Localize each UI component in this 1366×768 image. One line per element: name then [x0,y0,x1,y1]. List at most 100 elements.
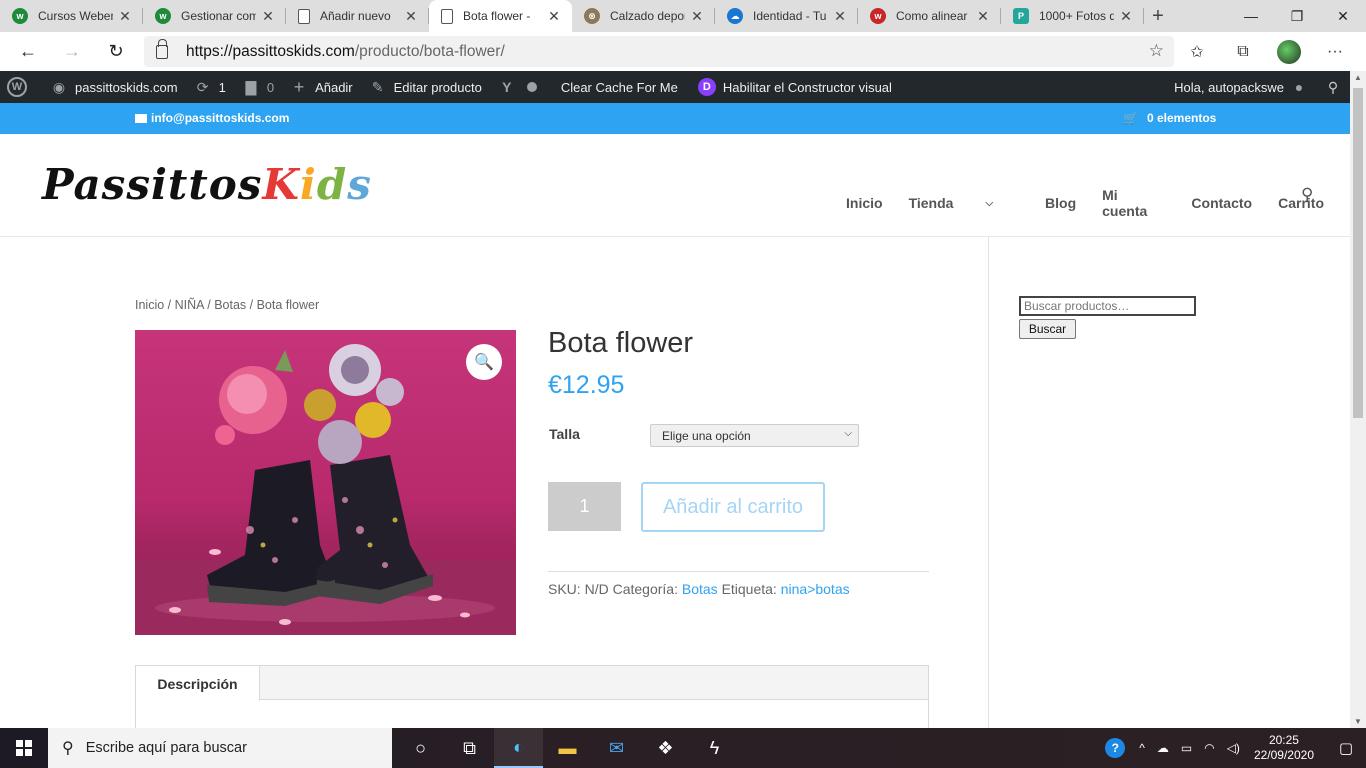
close-tab-icon[interactable]: ✕ [260,8,276,25]
tag-link[interactable]: nina>botas [781,581,850,597]
seo-status-dot-icon [526,82,537,92]
comments-count: 0 [266,79,275,95]
close-tab-icon[interactable]: ✕ [1118,8,1134,25]
mail-icon[interactable]: ✉ [592,728,641,768]
forward-icon[interactable]: → [50,32,94,71]
breadcrumb[interactable]: Inicio / NIÑA / Botas / Bota flower [135,298,319,312]
close-tab-icon[interactable]: ✕ [689,8,705,25]
tab-title: Gestionar com [181,9,256,23]
wp-edit-product[interactable]: ✎ Editar producto [361,71,490,103]
close-tab-icon[interactable]: ✕ [975,8,991,25]
close-tab-icon[interactable]: ✕ [403,8,419,25]
help-icon[interactable]: ? [1105,738,1126,758]
wp-account-menu[interactable]: Hola, autopackswe ● [1166,71,1316,103]
wifi-icon[interactable]: ◠ [1198,741,1220,755]
onedrive-icon[interactable]: ☁ [1151,741,1175,755]
refresh-icon[interactable]: ↻ [94,32,138,71]
wp-comments[interactable]: ▇ 0 [234,71,282,103]
task-view-icon[interactable]: ⧉ [445,728,494,768]
browser-tab[interactable]: P 1000+ Fotos d ✕ [1001,0,1144,32]
wp-clear-cache[interactable]: Clear Cache For Me [553,71,686,103]
nav-item-inicio[interactable]: Inicio [846,187,883,219]
volume-icon[interactable]: ◁) [1221,741,1246,755]
url-input[interactable]: https://passittoskids.com/producto/bota-… [144,36,1174,67]
zoom-icon[interactable]: 🔍 [466,344,502,380]
webempresa-favicon-icon: w [12,8,28,24]
comments-icon: ▇ [245,78,257,95]
tab-description[interactable]: Descripción [136,666,260,701]
nav-item-mi-cuenta[interactable]: Mi cuenta [1102,187,1165,219]
product-image[interactable]: 🔍 [135,330,516,635]
browser-tab[interactable]: w Cursos Weben ✕ [0,0,143,32]
page-favicon-icon [298,8,310,24]
wp-search[interactable]: ⚲ [1316,71,1350,103]
plus-icon: + [293,76,305,97]
back-icon[interactable]: ← [6,32,50,71]
windows-logo-icon [16,740,32,756]
notifications-icon[interactable]: ▢ [1326,739,1366,757]
updates-icon: ⟳ [196,78,209,95]
restore-icon[interactable]: ❐ [1274,0,1320,32]
wp-updates[interactable]: ⟳ 1 [186,71,234,103]
product-search-button[interactable]: Buscar [1019,319,1076,339]
favorite-star-icon[interactable]: ☆ [1149,41,1164,61]
browser-tab[interactable]: w Como alinear ✕ [858,0,1001,32]
contact-email[interactable]: info@passittoskids.com [135,111,289,125]
wp-site-menu[interactable]: ◉ passittoskids.com [42,71,186,103]
browser-tab[interactable]: Añadir nuevo ✕ [286,0,429,32]
new-tab-button[interactable]: + [1144,0,1172,32]
close-tab-icon[interactable]: ✕ [546,8,562,25]
browser-tab[interactable]: ⊗ Calzado depor ✕ [572,0,715,32]
nav-item-blog[interactable]: Blog [1045,187,1076,219]
browser-tab[interactable]: ☁ Identidad - Tu ✕ [715,0,858,32]
more-menu-icon[interactable]: ··· [1312,43,1358,61]
page-scrollbar[interactable]: ▲ ▼ [1350,71,1366,728]
close-window-icon[interactable]: ✕ [1320,0,1366,32]
wp-add-new[interactable]: + Añadir [282,71,361,103]
wp-visual-builder[interactable]: D Habilitar el Constructor visual [690,71,900,103]
scrollbar-thumb[interactable] [1353,88,1363,418]
battery-icon[interactable]: ▭ [1175,741,1198,755]
add-to-cart-button[interactable]: Añadir al carrito [641,482,825,532]
clock[interactable]: 20:25 22/09/2020 [1246,733,1326,763]
site-logo[interactable]: PassittosKids [42,160,372,209]
browser-tab-active[interactable]: Bota flower - ✕ [429,0,572,32]
address-bar-row: ← → ↻ https://passittoskids.com/producto… [0,32,1366,71]
clock-time: 20:25 [1268,733,1299,747]
product-search-input[interactable]: Buscar productos… [1019,296,1196,316]
favorites-icon[interactable]: ✩ [1174,42,1220,62]
browser-tab[interactable]: w Gestionar com ✕ [143,0,286,32]
cortana-icon[interactable]: ○ [396,728,445,768]
chevron-up-icon[interactable]: ^ [1133,741,1151,755]
site-favicon-icon: w [870,8,886,24]
nav-item-tienda[interactable]: Tienda ⌵ [909,187,1019,219]
collections-icon[interactable]: ⧉ [1220,43,1266,61]
product-price: €12.95 [548,371,625,399]
size-select-value: Elige una opción [662,429,751,443]
system-tray: ? ^ ☁ ▭ ◠ ◁) 20:25 22/09/2020 ▢ [1105,728,1366,768]
nav-item-contacto[interactable]: Contacto [1191,187,1252,219]
quantity-input[interactable]: 1 [548,482,621,531]
clock-date: 22/09/2020 [1253,748,1314,762]
pencil-icon: ✎ [371,78,384,95]
divider [548,571,929,572]
file-explorer-icon[interactable]: ▬ [543,728,592,768]
mini-cart[interactable]: 🛒 0 elementos [1123,111,1216,125]
minimize-icon[interactable]: — [1228,0,1274,32]
category-link[interactable]: Botas [682,581,718,597]
app-icon[interactable]: ϟ [690,728,739,768]
search-icon[interactable]: ⚲ [1301,185,1313,205]
scroll-up-icon[interactable]: ▲ [1354,73,1362,82]
close-tab-icon[interactable]: ✕ [832,8,848,25]
dropbox-icon[interactable]: ❖ [641,728,690,768]
wp-yoast[interactable]: Y [490,71,553,103]
scroll-down-icon[interactable]: ▼ [1354,717,1362,726]
profile-avatar[interactable] [1277,39,1301,64]
size-select[interactable]: Elige una opción ⌵ [650,424,859,447]
taskbar-search[interactable]: ⚲ Escribe aquí para buscar [48,728,392,768]
close-tab-icon[interactable]: ✕ [117,8,133,25]
edge-icon[interactable]: ◐ [494,728,543,768]
wp-logo-menu[interactable]: W [0,71,42,103]
start-button[interactable] [0,728,48,768]
cart-icon: 🛒 [1123,111,1138,125]
